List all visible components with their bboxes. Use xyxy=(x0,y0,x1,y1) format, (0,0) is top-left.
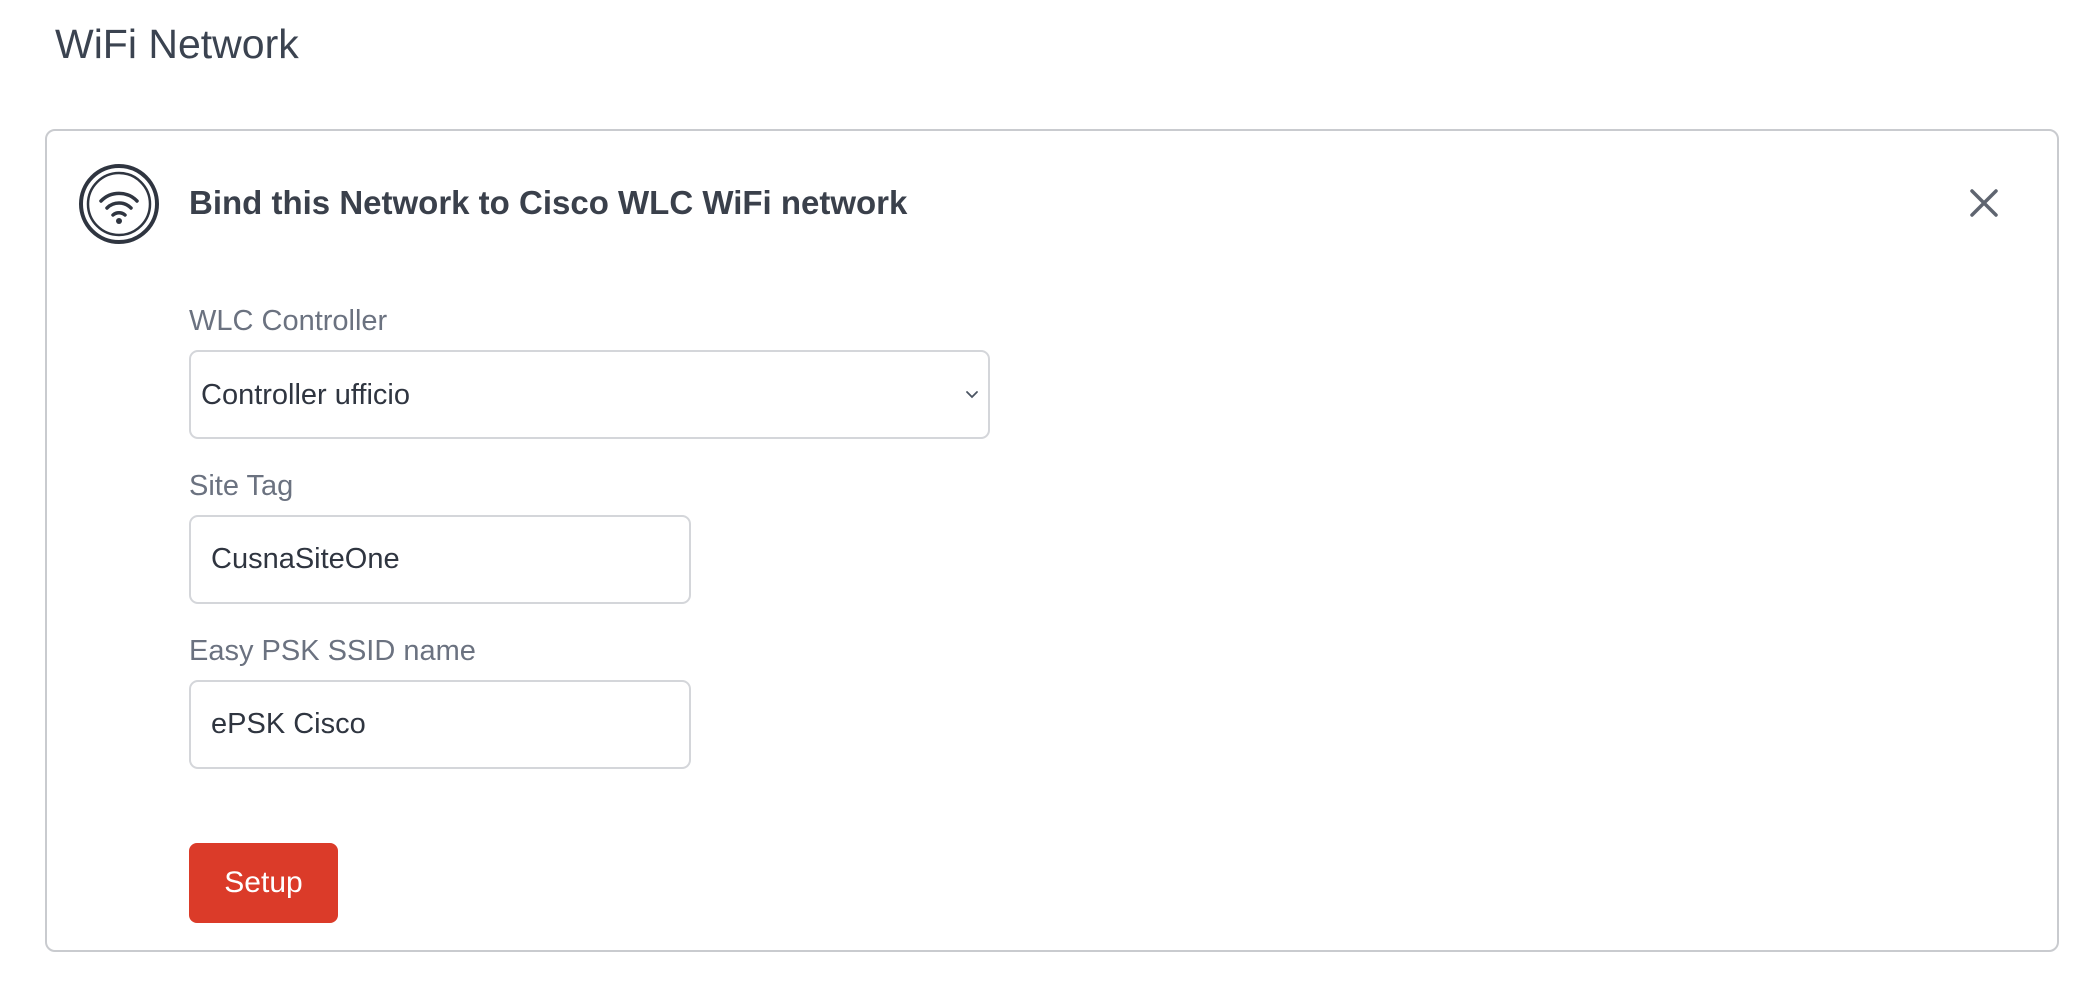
site-tag-input[interactable] xyxy=(189,515,691,604)
chevron-down-icon xyxy=(966,391,978,399)
card-title: Bind this Network to Cisco WLC WiFi netw… xyxy=(189,184,908,221)
wlc-binding-card: Bind this Network to Cisco WLC WiFi netw… xyxy=(45,129,2059,952)
wlc-controller-select[interactable]: Controller ufficio xyxy=(189,350,990,439)
site-tag-label: Site Tag xyxy=(189,470,294,502)
close-button[interactable] xyxy=(1964,183,2004,223)
wifi-icon xyxy=(79,164,159,244)
setup-button[interactable]: Setup xyxy=(189,843,338,923)
page-title: WiFi Network xyxy=(55,21,299,67)
ssid-name-label: Easy PSK SSID name xyxy=(189,635,476,667)
wlc-controller-label: WLC Controller xyxy=(189,305,388,337)
wlc-controller-value: Controller ufficio xyxy=(201,379,411,411)
ssid-name-input[interactable] xyxy=(189,680,691,769)
close-icon xyxy=(1970,189,1998,217)
